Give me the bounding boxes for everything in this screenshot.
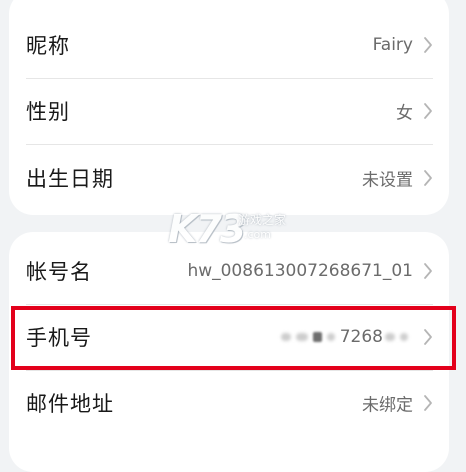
watermark-site-name: 游戏之家 (238, 213, 287, 227)
birthday-row[interactable]: 出生日期 未设置 (9, 145, 449, 211)
chevron-right-icon (424, 37, 432, 53)
personal-info-card: 昵称 Fairy 性别 女 出生日期 未设置 (9, 0, 449, 215)
watermark-domain: .com (244, 228, 271, 241)
birthday-label: 出生日期 (26, 167, 114, 191)
nickname-value: Fairy (372, 35, 413, 55)
gender-label: 性别 (26, 100, 70, 124)
chevron-right-icon (424, 170, 432, 186)
gender-row[interactable]: 性别 女 (9, 78, 449, 144)
nickname-label: 昵称 (26, 34, 70, 58)
chevron-right-icon (424, 395, 432, 411)
site-watermark: K73 游戏之家 .com (168, 205, 318, 253)
email-value: 未绑定 (362, 395, 413, 416)
email-label: 邮件地址 (26, 392, 114, 416)
watermark-logo: K73 (168, 207, 246, 251)
account-name-value: hw_008613007268671_01 (187, 261, 413, 281)
chevron-right-icon (424, 263, 432, 279)
account-name-label: 帐号名 (26, 260, 92, 284)
chevron-right-icon (424, 103, 432, 119)
phone-row-highlight (11, 306, 456, 370)
nickname-row[interactable]: 昵称 Fairy (9, 12, 449, 78)
gender-value: 女 (396, 103, 413, 124)
birthday-value: 未设置 (362, 170, 413, 191)
email-row[interactable]: 邮件地址 未绑定 (9, 370, 449, 436)
